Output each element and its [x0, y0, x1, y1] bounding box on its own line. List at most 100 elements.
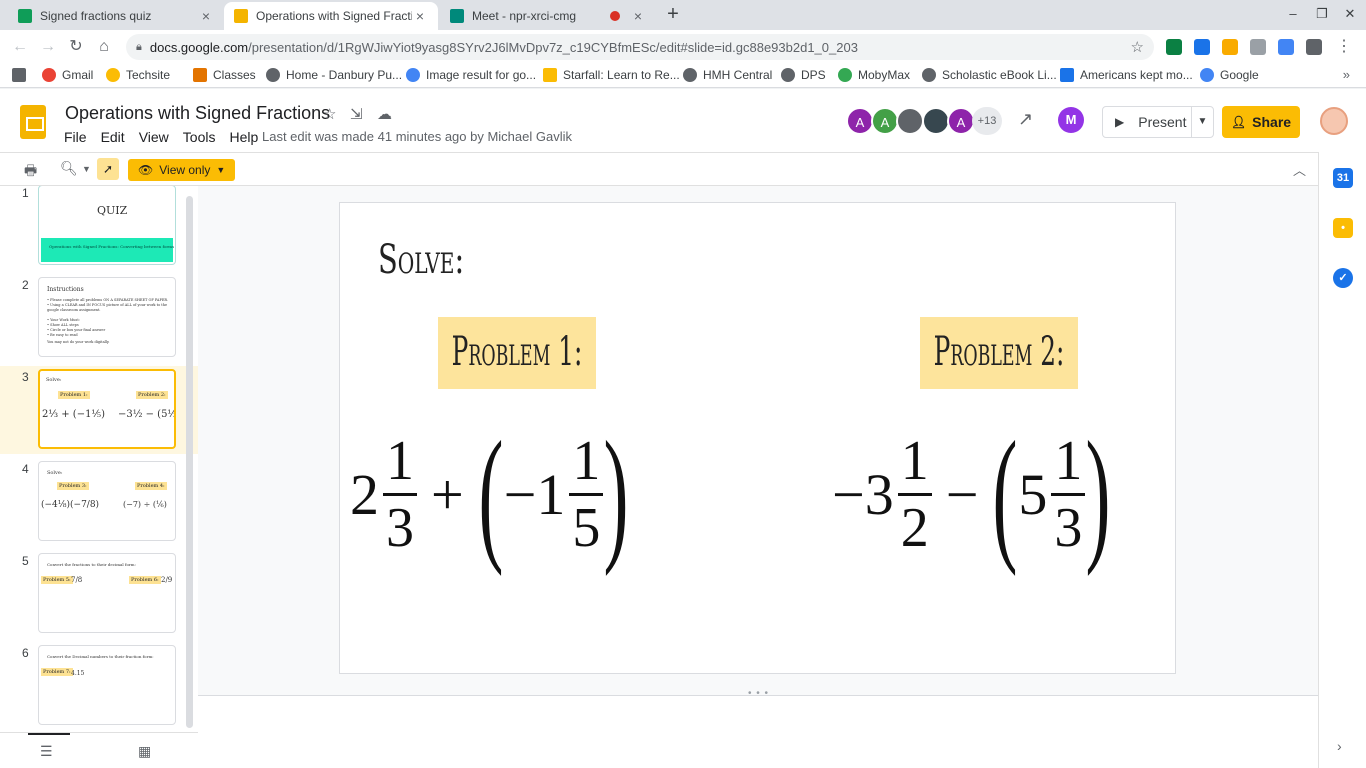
- addon-icon[interactable]: M: [1058, 107, 1084, 133]
- minimize-button[interactable]: –: [1283, 6, 1303, 21]
- slide-number: 1: [22, 186, 29, 200]
- extension-icon[interactable]: [1194, 39, 1210, 55]
- denominator: 3: [1054, 496, 1083, 559]
- bookmark-starfall[interactable]: Starfall: Learn to Re...: [543, 68, 680, 82]
- speaker-notes-resize-handle[interactable]: • • •: [198, 688, 1318, 699]
- tab-signed-fractions-quiz[interactable]: Signed fractions quiz ×: [8, 2, 224, 30]
- bookmark-americans[interactable]: Americans kept mo...: [1060, 68, 1193, 82]
- share-button[interactable]: 👤︎ Share: [1222, 106, 1300, 138]
- activity-trend-icon[interactable]: ↗: [1018, 109, 1033, 130]
- more-bookmarks-icon[interactable]: »: [1343, 67, 1350, 82]
- bookmark-mobymax[interactable]: MobyMax: [838, 68, 910, 82]
- move-icon[interactable]: ⇲: [350, 105, 363, 123]
- star-icon[interactable]: ☆: [323, 105, 336, 123]
- zoom-icon[interactable]: 🔍︎: [60, 160, 78, 177]
- chevron-down-icon[interactable]: ▼: [82, 164, 91, 174]
- current-slide[interactable]: Solve: Problem 1: Problem 2: 2 1 3 + ( −…: [339, 202, 1176, 674]
- avatar[interactable]: [896, 107, 924, 135]
- whole-number: −1: [503, 461, 566, 527]
- grid-view-icon[interactable]: ▦: [138, 743, 151, 760]
- address-bar[interactable]: 🔒︎ docs.google.com/presentation/d/1RgWJi…: [126, 34, 1154, 60]
- fraction: 1 3: [1051, 429, 1086, 559]
- new-tab-button[interactable]: +: [662, 4, 684, 26]
- bookmark-techsite[interactable]: Techsite: [106, 68, 170, 82]
- avatar[interactable]: A: [871, 107, 899, 135]
- tab-close-icon[interactable]: ×: [198, 8, 214, 24]
- tab-operations-with-signed-fractions[interactable]: Operations with Signed Fraction ×: [224, 2, 438, 30]
- bookmark-danbury[interactable]: Home - Danbury Pu...: [266, 68, 402, 82]
- puzzle-icon[interactable]: [1306, 39, 1322, 55]
- apps-icon[interactable]: [12, 68, 32, 82]
- bookmark-image-result[interactable]: Image result for go...: [406, 68, 536, 82]
- calendar-icon[interactable]: 31: [1333, 168, 1353, 188]
- speaker-notes-area[interactable]: [198, 696, 1318, 768]
- forward-button[interactable]: →: [38, 37, 58, 57]
- chevron-right-icon[interactable]: ›: [1337, 738, 1342, 754]
- slide-thumbnail-3[interactable]: 3 Solve: Problem 1: Problem 2: 2⅓ + (−1⅕…: [0, 366, 198, 454]
- present-button[interactable]: ▶ Present ▼: [1102, 106, 1214, 138]
- operator: +: [431, 461, 464, 527]
- tab-close-icon[interactable]: ×: [412, 8, 428, 24]
- back-button[interactable]: ←: [10, 37, 30, 57]
- extension-icon[interactable]: [1278, 39, 1294, 55]
- avatar[interactable]: A: [947, 107, 975, 135]
- bookmark-scholastic[interactable]: Scholastic eBook Li...: [922, 68, 1057, 82]
- filmstrip-scrollbar[interactable]: [186, 196, 193, 728]
- extension-icon[interactable]: [1166, 39, 1182, 55]
- print-icon[interactable]: 🖶: [24, 160, 37, 184]
- thumb-expression: −3½ − (5⅓): [118, 409, 176, 420]
- bookmark-hmh[interactable]: HMH Central: [683, 68, 772, 82]
- thumb-problem-tag: Problem 2:: [136, 391, 168, 399]
- numerator: 1: [1054, 429, 1083, 492]
- bookmark-dps[interactable]: DPS: [781, 68, 826, 82]
- menu-tools[interactable]: Tools: [183, 129, 216, 145]
- menu-icon[interactable]: ⋮: [1334, 37, 1354, 57]
- menu-help[interactable]: Help: [229, 129, 258, 145]
- tab-title: Operations with Signed Fraction: [256, 9, 412, 23]
- recording-icon: [610, 11, 620, 21]
- bookmark-google[interactable]: Google: [1200, 68, 1259, 82]
- slide-thumbnail-5[interactable]: 5 Convert the fractions to their decimal…: [0, 550, 198, 638]
- side-panel: 31 • ✓ ›: [1318, 152, 1366, 768]
- view-only-button[interactable]: 👁︎ View only ▼: [128, 159, 236, 181]
- collapse-toolbar-icon[interactable]: ︿: [1293, 160, 1306, 179]
- bookmark-gmail[interactable]: Gmail: [42, 68, 93, 82]
- bookmark-star-icon[interactable]: ☆: [1131, 38, 1144, 56]
- keep-icon[interactable]: •: [1333, 218, 1353, 238]
- tab-close-icon[interactable]: ×: [630, 8, 646, 24]
- document-title[interactable]: Operations with Signed Fractions: [65, 103, 330, 124]
- account-avatar[interactable]: [1320, 107, 1348, 135]
- share-label: Share: [1252, 114, 1292, 130]
- last-edit-link[interactable]: Last edit was made 41 minutes ago by Mic…: [262, 129, 572, 144]
- thumb-problem-tag: Problem 3:: [57, 482, 89, 490]
- menu-edit[interactable]: Edit: [101, 129, 125, 145]
- bookmark-classes[interactable]: Classes: [193, 68, 256, 82]
- slide-thumbnail-2[interactable]: 2 Instructions • Please complete all pro…: [0, 274, 198, 362]
- menu-view[interactable]: View: [139, 129, 169, 145]
- thumb-line: • Circle or box your final answer: [47, 328, 106, 332]
- reload-button[interactable]: ↻: [66, 37, 86, 57]
- extension-icon[interactable]: [1250, 39, 1266, 55]
- slide-thumbnail-1[interactable]: 1 QUIZ Operations with Signed Fractions:…: [0, 186, 198, 270]
- tasks-icon[interactable]: ✓: [1333, 268, 1353, 288]
- denominator: 5: [572, 496, 601, 559]
- tab-meet[interactable]: Meet - npr-xrci-cmg ×: [440, 2, 656, 30]
- extension-icon[interactable]: [1222, 39, 1238, 55]
- slides-logo-icon[interactable]: [20, 105, 46, 139]
- close-window-button[interactable]: ✕: [1340, 6, 1360, 22]
- menu-file[interactable]: File: [64, 129, 87, 145]
- slide-thumbnail-4[interactable]: 4 Solve: Problem 3: Problem 4: (−4⅛)(−7/…: [0, 458, 198, 546]
- thumb-title: QUIZ: [97, 204, 128, 217]
- select-pointer-button[interactable]: ➚: [97, 158, 119, 180]
- avatar[interactable]: [922, 107, 950, 135]
- chevron-down-icon[interactable]: ▼: [1191, 107, 1213, 137]
- thumb-problem-tag: Problem 5:: [41, 576, 73, 584]
- numerator: 1: [900, 429, 929, 492]
- google-forms-icon: [18, 9, 32, 23]
- home-button[interactable]: ⌂: [94, 37, 114, 57]
- filmstrip-view-icon[interactable]: ☰: [40, 743, 53, 760]
- more-viewers-badge[interactable]: +13: [972, 107, 1002, 135]
- slide-thumbnail-6[interactable]: 6 Convert the Decimal numbers to their f…: [0, 642, 198, 730]
- restore-button[interactable]: ❐: [1312, 6, 1332, 22]
- avatar[interactable]: A: [846, 107, 874, 135]
